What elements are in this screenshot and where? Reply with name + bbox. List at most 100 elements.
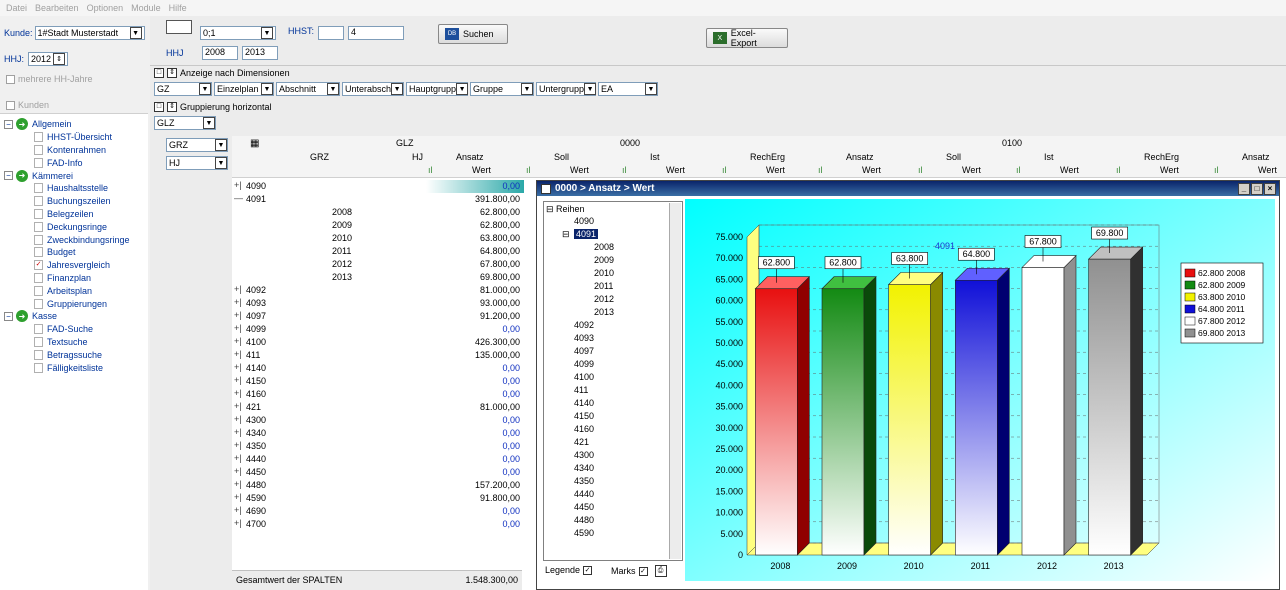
dimension-select[interactable]: EA ▼ [598,82,658,96]
bar[interactable] [955,279,998,556]
series-item[interactable]: 4590 [574,528,594,538]
series-item[interactable]: 4450 [574,502,594,512]
series-item[interactable]: 2012 [594,294,614,304]
excel-export-button[interactable]: X Excel-Export [706,28,788,48]
collapse-icon[interactable]: − [4,119,13,129]
expand-icon[interactable]: +| [234,323,242,333]
series-item[interactable]: 2011 [594,281,613,291]
bar-chart-icon[interactable]: ıl [1116,165,1121,175]
minimize-icon[interactable]: _ [1238,182,1250,195]
chevron-down-icon[interactable]: ▼ [327,83,339,95]
expand-icon[interactable]: +| [234,427,242,437]
nav-item[interactable]: Fälligkeitsliste [4,361,146,374]
hhj-to-input[interactable]: 2013 [242,46,278,60]
expand-icon[interactable]: +| [234,453,242,463]
bar-chart-icon[interactable]: ıl [818,165,823,175]
dimension-select[interactable]: GZ ▼ [154,82,212,96]
chevron-down-icon[interactable]: ▼ [261,83,273,95]
series-item[interactable]: 4090 [574,216,594,226]
nav-item[interactable]: Deckungsringe [4,220,146,233]
chevron-down-icon[interactable]: ▼ [645,83,657,95]
nav-item[interactable]: Haushaltsstelle [4,182,146,195]
nav-item[interactable]: − ➜ Allgemein [4,118,146,131]
chevron-down-icon[interactable]: ▼ [215,157,227,169]
nav-item[interactable]: Betragssuche [4,348,146,361]
expand-icon[interactable]: +| [234,375,242,385]
menu-optionen[interactable]: Optionen [87,3,124,13]
toggle-icon[interactable]: □ [154,102,164,112]
expand-icon[interactable]: ⇕ [167,102,177,112]
nav-item[interactable]: HHST-Übersicht [4,131,146,144]
dimension-select[interactable]: Abschnitt ▼ [276,82,340,96]
series-item[interactable]: 2009 [594,255,614,265]
dimension-select[interactable]: Einzelplan ▼ [214,82,274,96]
bar[interactable] [755,288,798,556]
bar-chart-icon[interactable]: ıl [918,165,923,175]
chevron-down-icon[interactable]: ▼ [199,83,211,95]
series-item[interactable]: 421 [574,437,589,447]
series-item[interactable]: 2013 [594,307,614,317]
bar-chart-icon[interactable]: ıl [622,165,627,175]
series-item[interactable]: 4340 [574,463,594,473]
row-dim2-select[interactable]: HJ ▼ [166,156,228,170]
kunden-checkbox[interactable]: Kunden [6,100,49,110]
bar-chart-icon[interactable]: ıl [722,165,727,175]
dimension-select[interactable]: Unterabsch ▼ [342,82,404,96]
ruler-icon[interactable] [166,20,192,34]
expand-icon[interactable]: ⇕ [167,68,177,78]
bar-chart-icon[interactable]: ıl [1016,165,1021,175]
close-icon[interactable]: × [1264,182,1276,195]
expand-icon[interactable]: +| [234,297,242,307]
expand-icon[interactable]: +| [234,518,242,528]
nav-item[interactable]: Belegzeilen [4,208,146,221]
dimension-select[interactable]: Untergrupp ▼ [536,82,597,96]
hhst-input-1[interactable] [318,26,344,40]
legende-checkbox[interactable]: Legende ✓ [545,565,593,575]
collapse-icon[interactable]: ⊟ [562,229,570,240]
nav-item[interactable]: FAD-Suche [4,323,146,336]
chart-window-titlebar[interactable]: 0000 > Ansatz > Wert _ □ × [537,181,1279,196]
chevron-down-icon[interactable]: ▼ [456,83,469,95]
chevron-down-icon[interactable]: ▼ [203,117,215,129]
nav-item[interactable]: Textsuche [4,336,146,349]
chart-toggle-icon[interactable]: ▦ [250,138,259,149]
series-root[interactable]: Reihen [556,204,585,214]
collapse-icon[interactable]: − [4,311,13,321]
toggle-icon[interactable]: □ [154,68,164,78]
checkbox-checked-icon[interactable]: ✓ [583,565,593,575]
series-item[interactable]: 4150 [574,411,594,421]
nav-item[interactable]: Gruppierungen [4,297,146,310]
checkbox-icon[interactable] [6,74,15,84]
chevron-down-icon[interactable]: ▼ [215,139,227,151]
bar[interactable] [821,288,865,556]
hhj-spinner[interactable]: 2012 ⇕ [28,52,68,66]
expand-icon[interactable]: +| [234,180,242,190]
suchen-button[interactable]: DB Suchen [438,24,508,44]
chevron-down-icon[interactable]: ▼ [391,83,404,95]
expand-icon[interactable]: +| [234,492,242,502]
series-item[interactable]: 4160 [574,424,594,434]
expand-icon[interactable]: +| [234,284,242,294]
expand-icon[interactable]: +| [234,414,242,424]
expand-icon[interactable]: +| [234,401,242,411]
scale-select[interactable]: 0;1 ▼ [200,26,276,40]
chevron-down-icon[interactable]: ▼ [584,83,597,95]
expand-icon[interactable]: +| [234,479,242,489]
series-item[interactable]: 4097 [574,346,594,356]
maximize-icon[interactable]: □ [1251,182,1263,195]
marks-checkbox[interactable]: Marks ✓ ⎙ [611,565,667,577]
series-item[interactable]: 4140 [574,398,594,408]
series-item[interactable]: 411 [574,385,588,395]
series-item[interactable]: 2010 [594,268,614,278]
chevron-down-icon[interactable]: ▼ [129,27,142,39]
print-icon[interactable]: ⎙ [654,565,667,577]
kunde-select[interactable]: 1#Stadt Musterstadt ▼ [34,26,145,40]
expand-icon[interactable]: +| [234,349,242,359]
nav-item[interactable]: ✓ Jahresvergleich [4,259,146,272]
series-item[interactable]: 4480 [574,515,594,525]
menu-datei[interactable]: Datei [6,3,27,13]
bar[interactable] [1021,267,1065,556]
nav-item[interactable]: Budget [4,246,146,259]
dimension-select[interactable]: Hauptgrupp ▼ [406,82,469,96]
glz-select[interactable]: GLZ ▼ [154,116,216,130]
